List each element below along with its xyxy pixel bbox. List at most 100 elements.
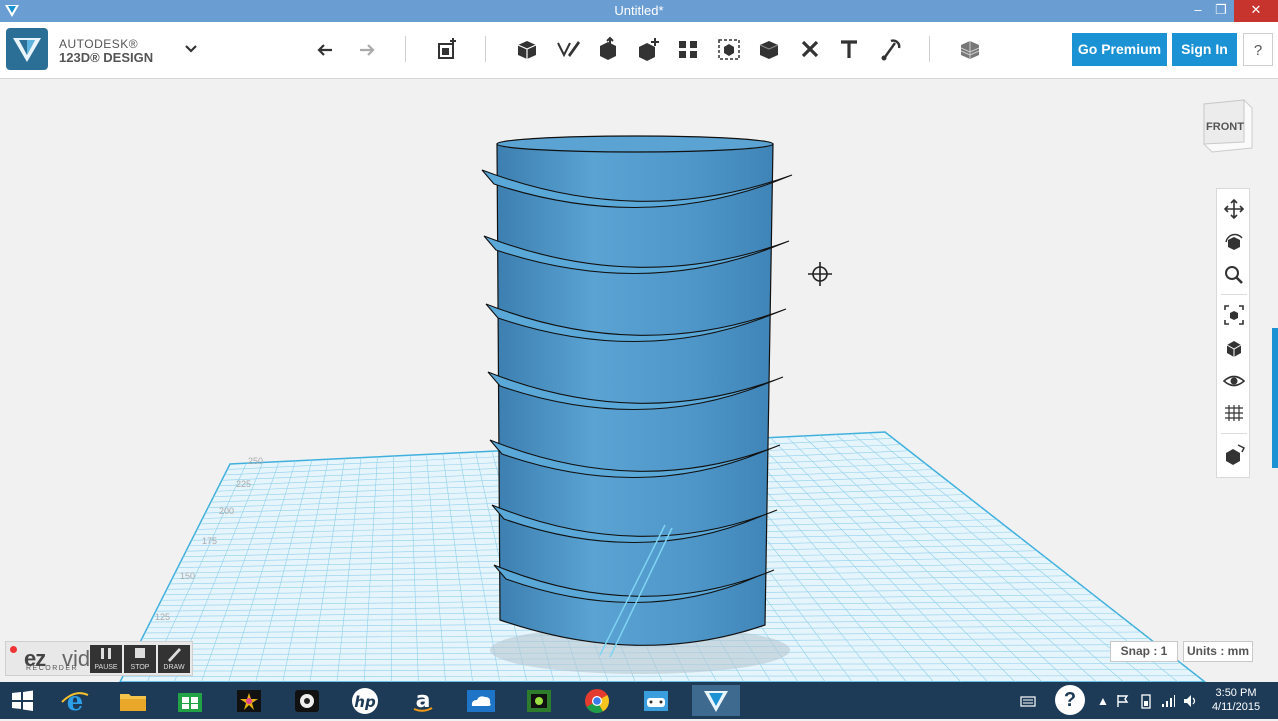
- folder-icon: [120, 694, 146, 711]
- brand-product: 123D® DESIGN: [59, 50, 154, 65]
- title-bar: Untitled* – ❐ ✕: [0, 0, 1278, 22]
- taskbar-ie[interactable]: e: [55, 685, 95, 717]
- eye-icon[interactable]: [1222, 369, 1246, 393]
- taskbar-game-app[interactable]: [636, 685, 676, 716]
- windows-logo-icon: [12, 690, 33, 711]
- taskbar-amazon[interactable]: a: [403, 685, 443, 716]
- viewport-canvas[interactable]: 250 225 200 175 150 125: [0, 79, 1278, 682]
- material-view-icon[interactable]: [1222, 443, 1246, 467]
- pattern-icon: [679, 41, 697, 58]
- ruler-label: 125: [155, 612, 170, 622]
- view-mode-icon[interactable]: [1222, 336, 1246, 360]
- redo-icon: [360, 44, 375, 56]
- recorder-pause-button[interactable]: PAUSE: [90, 645, 122, 673]
- helix-model[interactable]: [481, 135, 793, 658]
- taskbar-chrome[interactable]: [577, 685, 617, 716]
- ruler-label: 200: [219, 506, 234, 516]
- draw-label: DRAW: [163, 664, 185, 671]
- cloud-icon: [467, 690, 495, 712]
- stop-label: STOP: [130, 664, 150, 671]
- view-cube-face: FRONT: [1206, 121, 1244, 133]
- material-button[interactable]: [956, 35, 984, 63]
- paint-app-icon: [237, 690, 261, 712]
- snap-selector[interactable]: Snap : 1: [1110, 641, 1178, 662]
- view-cube[interactable]: FRONT: [1198, 96, 1254, 154]
- zoom-icon[interactable]: [1222, 263, 1246, 287]
- webcam-icon: [295, 690, 319, 712]
- toolbar-separator: [405, 36, 406, 62]
- units-selector[interactable]: Units : mm: [1183, 641, 1253, 662]
- pattern-button[interactable]: [674, 35, 702, 63]
- group-button[interactable]: [715, 35, 743, 63]
- recorder-draw-button[interactable]: DRAW: [158, 645, 190, 673]
- flag-icon[interactable]: [1115, 693, 1131, 709]
- construct-button[interactable]: [594, 35, 622, 63]
- window-title: Untitled*: [614, 3, 664, 18]
- brand-company: AUTODESK®: [59, 37, 139, 51]
- combine-button[interactable]: [755, 35, 783, 63]
- gamepad-icon: [644, 691, 668, 711]
- redo-button[interactable]: [352, 35, 380, 63]
- taskbar-123d-design[interactable]: [692, 685, 740, 716]
- orbit-icon[interactable]: [1222, 230, 1246, 254]
- grid-edit-icon[interactable]: [1222, 401, 1246, 425]
- chevron-down-icon[interactable]: [184, 38, 198, 58]
- close-button[interactable]: ✕: [1234, 0, 1278, 22]
- ruler-label: 150: [180, 571, 195, 581]
- taskbar-explorer[interactable]: [113, 685, 153, 716]
- tray-expand-icon[interactable]: ▲: [1097, 694, 1109, 708]
- ruler-label: 250: [248, 456, 263, 466]
- delete-icon: [801, 40, 819, 58]
- side-panel-tab[interactable]: [1272, 328, 1278, 468]
- hp-logo-icon: hp: [352, 688, 378, 714]
- store-icon: [178, 693, 202, 712]
- help-button[interactable]: ?: [1243, 33, 1273, 66]
- pan-icon[interactable]: [1222, 197, 1246, 221]
- keyboard-icon[interactable]: [1020, 694, 1036, 708]
- taskbar-store[interactable]: [170, 685, 210, 716]
- ruler-label: 225: [236, 479, 251, 489]
- svg-text:hp: hp: [354, 693, 376, 711]
- app-logo-icon[interactable]: [6, 28, 48, 70]
- taskbar-webcam[interactable]: [287, 685, 327, 716]
- chrome-icon: [585, 689, 609, 714]
- fit-icon[interactable]: [1222, 303, 1246, 327]
- pause-icon: [101, 648, 111, 659]
- go-premium-button[interactable]: Go Premium: [1072, 33, 1167, 66]
- modify-button[interactable]: [634, 35, 662, 63]
- ruler-label: 175: [202, 536, 217, 546]
- start-button[interactable]: [2, 685, 42, 716]
- clock[interactable]: 3:50 PM 4/11/2015: [1206, 686, 1266, 714]
- material-icon: [960, 41, 980, 59]
- restore-button[interactable]: ❐: [1210, 0, 1232, 22]
- nav-separator: [1221, 294, 1247, 295]
- snap-button[interactable]: [876, 35, 904, 63]
- pen-icon: [168, 648, 181, 662]
- taskbar-app-colorful[interactable]: [229, 685, 269, 716]
- text-button[interactable]: [835, 35, 863, 63]
- undo-button[interactable]: [312, 35, 340, 63]
- clock-time: 3:50 PM: [1215, 687, 1257, 699]
- clock-date: 4/11/2015: [1211, 701, 1261, 713]
- 123d-design-icon: [704, 691, 728, 712]
- taskbar-media-app[interactable]: [519, 685, 559, 716]
- sign-in-button[interactable]: Sign In: [1172, 33, 1237, 66]
- delete-button[interactable]: [796, 35, 824, 63]
- minimize-button[interactable]: –: [1186, 0, 1210, 22]
- help-tray-icon[interactable]: ?: [1055, 685, 1085, 715]
- primitives-button[interactable]: [433, 35, 461, 63]
- modify-icon: [639, 38, 659, 61]
- taskbar-onedrive[interactable]: [461, 685, 501, 716]
- taskbar: e hp a ?: [0, 682, 1278, 719]
- internet-explorer-icon: e: [61, 687, 89, 717]
- signal-icon[interactable]: [1160, 693, 1176, 709]
- media-app-icon: [527, 690, 551, 712]
- pause-label: PAUSE: [94, 664, 118, 671]
- sketch-button[interactable]: [554, 35, 582, 63]
- volume-icon[interactable]: [1182, 693, 1198, 709]
- group-icon: [718, 39, 740, 60]
- recorder-stop-button[interactable]: STOP: [124, 645, 156, 673]
- battery-icon[interactable]: [1138, 693, 1154, 709]
- taskbar-hp[interactable]: hp: [345, 685, 385, 716]
- box-button[interactable]: [513, 35, 541, 63]
